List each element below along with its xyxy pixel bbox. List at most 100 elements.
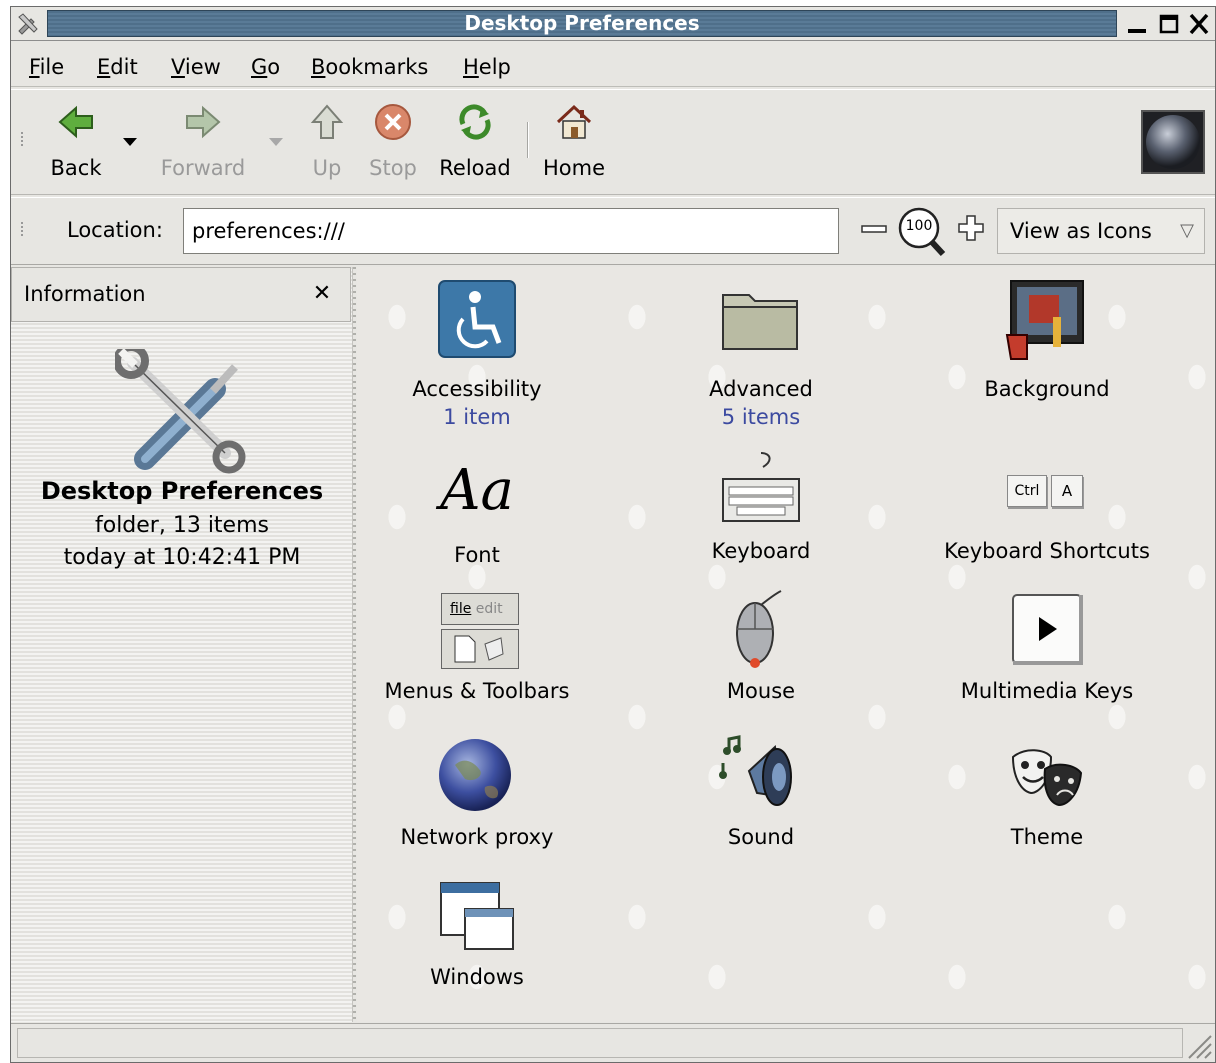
back-history-dropdown-icon[interactable] [121, 136, 139, 148]
icon-label: Mouse [726, 679, 796, 703]
icon-item-mouse[interactable]: Mouse [631, 589, 891, 703]
folder-icon [722, 294, 798, 350]
sound-icon [719, 735, 792, 806]
accessibility-icon [438, 280, 516, 358]
reload-button[interactable]: Reload [437, 102, 513, 180]
icon-item-windows[interactable]: Windows [357, 875, 607, 989]
menu-go[interactable]: Go [251, 53, 280, 81]
up-label: Up [312, 156, 342, 180]
tools-icon [115, 349, 246, 474]
view-mode-select[interactable]: View as Icons ▽ [997, 208, 1205, 254]
back-arrow-icon [58, 105, 93, 139]
close-icon[interactable] [1185, 11, 1213, 37]
icon-label: Font [454, 543, 500, 567]
icon-item-multimedia-keys[interactable]: Multimedia Keys [917, 589, 1177, 703]
file-manager-window: Desktop Preferences File Edit View Go Bo… [10, 6, 1216, 1063]
forward-button[interactable]: Forward [157, 102, 249, 180]
icon-item-accessibility[interactable]: Accessibility 1 item [357, 279, 607, 429]
menu-edit-mnemonic: E [97, 55, 111, 79]
toolbar: Back Forward Up Stop Reload Home [11, 89, 1215, 195]
icon-item-advanced[interactable]: Advanced 5 items [631, 279, 891, 429]
icon-item-keyboard-shortcuts[interactable]: Ctrl A Keyboard Shortcuts [917, 449, 1177, 563]
menu-go-mnemonic: G [251, 55, 268, 79]
icon-view: Accessibility 1 item Advanced 5 items Ba… [357, 267, 1215, 1022]
sidepane-title: Information [24, 282, 146, 306]
menu-help[interactable]: Help [463, 53, 511, 81]
stop-icon [375, 104, 411, 140]
icon-sublabel: 5 items [721, 405, 801, 429]
home-icon [556, 104, 592, 139]
menu-edit-sample: edit [475, 601, 503, 617]
sidepane-close-icon[interactable]: ✕ [310, 282, 334, 306]
information-sidepane: Information ✕ Desktop Preferences folder… [11, 267, 353, 1022]
icon-label: Multimedia Keys [960, 679, 1134, 703]
forward-history-dropdown-icon[interactable] [267, 136, 285, 148]
menu-view-label: iew [184, 55, 221, 79]
font-icon: Aa [440, 458, 514, 523]
menu-edit[interactable]: Edit [97, 53, 138, 81]
location-bar: Location: preferences:/// 100 View as Ic… [11, 197, 1215, 265]
ctrl-key: Ctrl [1007, 475, 1047, 507]
folder-name: Desktop Preferences [40, 477, 324, 505]
icon-label: Sound [727, 825, 795, 849]
toolbar-grip[interactable] [19, 130, 25, 148]
menu-file[interactable]: File [29, 53, 64, 81]
throbber-orb-icon [1146, 115, 1200, 169]
forward-label: Forward [160, 156, 246, 180]
toolbar-separator [527, 122, 529, 158]
zoom-level-control[interactable]: 100 [895, 206, 955, 258]
throbber [1141, 110, 1205, 174]
keyboard-shortcuts-icon: Ctrl A [1005, 449, 1089, 533]
minimize-icon[interactable] [1123, 11, 1151, 37]
menu-file-sample: file [450, 601, 472, 617]
menu-go-label: o [267, 55, 281, 79]
zoom-out-icon[interactable] [861, 222, 887, 236]
background-icon [1005, 280, 1084, 360]
icon-item-keyboard[interactable]: Keyboard [631, 449, 891, 563]
folder-modified-date: today at 10:42:41 PM [63, 545, 301, 570]
home-button[interactable]: Home [541, 102, 607, 180]
stop-button[interactable]: Stop [367, 102, 419, 180]
window-menu-icon[interactable] [15, 11, 41, 37]
menu-view[interactable]: View [171, 53, 221, 81]
icon-label: Theme [1010, 825, 1084, 849]
window-title: Desktop Preferences [464, 11, 700, 35]
title-bar[interactable]: Desktop Preferences [11, 7, 1215, 41]
up-button[interactable]: Up [307, 102, 347, 180]
folder-item-count: folder, 13 items [94, 513, 269, 538]
stop-label: Stop [369, 156, 417, 180]
icon-label: Keyboard [711, 539, 811, 563]
reload-label: Reload [439, 156, 511, 180]
menu-bookmarks-label: ookmarks [325, 55, 429, 79]
icon-item-theme[interactable]: Theme [917, 735, 1177, 849]
menu-edit-label: dit [110, 55, 138, 79]
icon-item-background[interactable]: Background [917, 279, 1177, 401]
multimedia-keys-icon [1012, 594, 1083, 665]
icon-item-sound[interactable]: Sound [631, 735, 891, 849]
icon-item-font[interactable]: Aa Font [357, 453, 607, 567]
icon-sublabel: 1 item [443, 405, 511, 429]
back-button[interactable]: Back [41, 102, 111, 180]
icon-item-network-proxy[interactable]: Network proxy [357, 735, 607, 849]
zoom-level-text: 100 [905, 218, 933, 234]
icon-label: Keyboard Shortcuts [944, 539, 1150, 563]
icon-item-menus-toolbars[interactable]: file edit Menus & Toolbars [357, 589, 607, 703]
location-bar-grip[interactable] [19, 220, 25, 238]
menu-bookmarks[interactable]: Bookmarks [311, 53, 428, 81]
location-input[interactable]: preferences:/// [183, 208, 839, 254]
up-arrow-icon [310, 104, 344, 139]
back-label: Back [50, 156, 102, 180]
pane-splitter[interactable] [353, 267, 356, 1022]
sidepane-header[interactable]: Information ✕ [11, 267, 351, 322]
icon-label: Windows [430, 965, 524, 989]
zoom-in-icon[interactable] [957, 214, 985, 242]
forward-arrow-icon [186, 105, 221, 139]
network-proxy-icon [439, 739, 511, 811]
menu-bookmarks-mnemonic: B [311, 55, 326, 79]
icon-label: Advanced [709, 377, 813, 401]
keyboard-icon [722, 452, 800, 522]
menu-help-mnemonic: H [463, 55, 479, 79]
maximize-icon[interactable] [1155, 11, 1183, 37]
resize-grip-icon[interactable] [1183, 1030, 1213, 1060]
menu-bar: File Edit View Go Bookmarks Help [11, 45, 1215, 87]
